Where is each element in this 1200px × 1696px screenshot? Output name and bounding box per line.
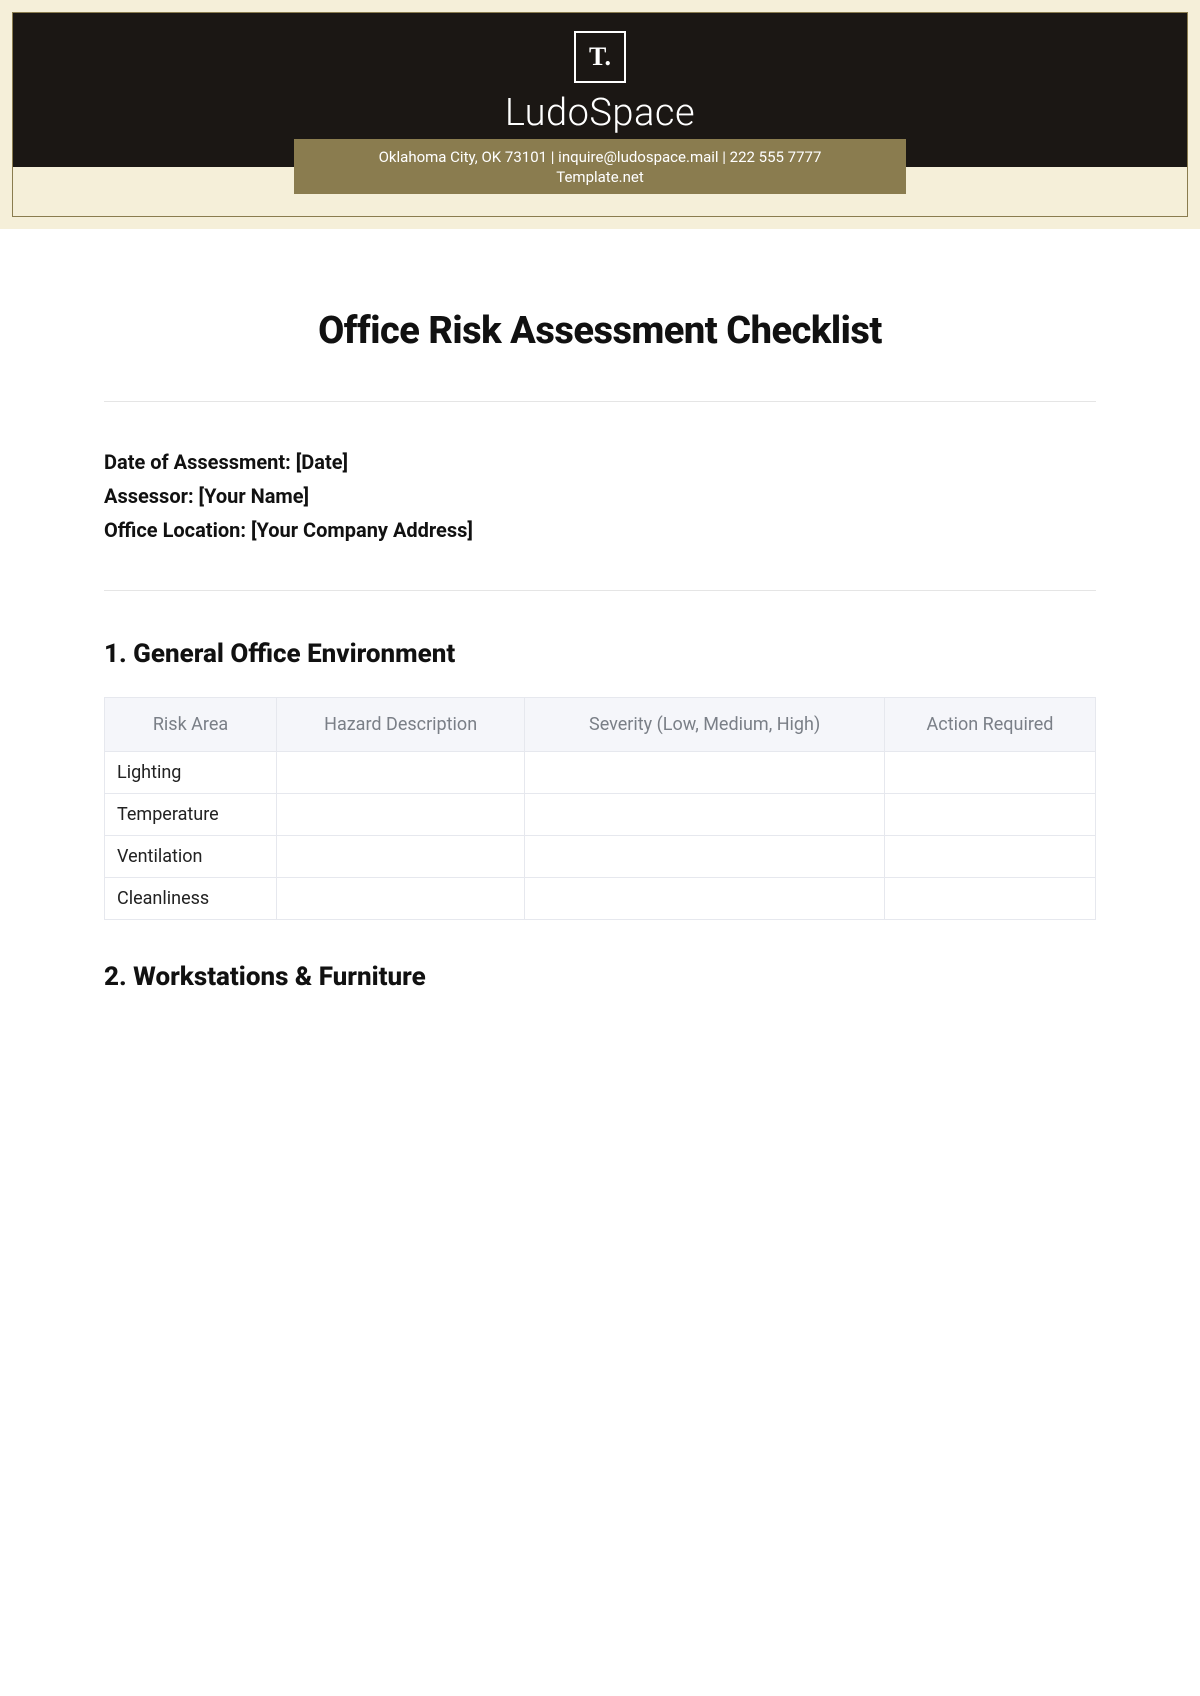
cell-action[interactable] xyxy=(885,793,1096,835)
table-header-row: Risk Area Hazard Description Severity (L… xyxy=(105,697,1096,751)
cell-risk-area: Lighting xyxy=(105,751,277,793)
cell-action[interactable] xyxy=(885,835,1096,877)
meta-date: Date of Assessment: [Date] xyxy=(104,450,1096,474)
document-body: Office Risk Assessment Checklist Date of… xyxy=(0,229,1200,1060)
cell-action[interactable] xyxy=(885,751,1096,793)
cell-hazard[interactable] xyxy=(277,877,525,919)
divider xyxy=(104,401,1096,402)
logo-icon: T. xyxy=(574,31,626,83)
brand-name: LudoSpace xyxy=(13,91,1187,135)
header-region: T. LudoSpace Oklahoma City, OK 73101 | i… xyxy=(0,0,1200,229)
col-action: Action Required xyxy=(885,697,1096,751)
page-title: Office Risk Assessment Checklist xyxy=(104,309,1096,353)
table-row: Lighting xyxy=(105,751,1096,793)
header-border: T. LudoSpace Oklahoma City, OK 73101 | i… xyxy=(12,12,1188,217)
table-row: Temperature xyxy=(105,793,1096,835)
section-heading-2: 2. Workstations & Furniture xyxy=(104,962,1096,992)
table-row: Ventilation xyxy=(105,835,1096,877)
divider xyxy=(104,590,1096,591)
col-risk-area: Risk Area xyxy=(105,697,277,751)
cell-severity[interactable] xyxy=(525,751,885,793)
cell-hazard[interactable] xyxy=(277,835,525,877)
contact-line: Oklahoma City, OK 73101 | inquire@ludosp… xyxy=(306,147,894,167)
contact-bar: Oklahoma City, OK 73101 | inquire@ludosp… xyxy=(294,139,906,194)
section-heading-1: 1. General Office Environment xyxy=(104,639,1096,669)
meta-location: Office Location: [Your Company Address] xyxy=(104,518,1096,542)
cell-hazard[interactable] xyxy=(277,751,525,793)
cell-risk-area: Cleanliness xyxy=(105,877,277,919)
risk-table: Risk Area Hazard Description Severity (L… xyxy=(104,697,1096,920)
logo-text: T. xyxy=(589,42,611,72)
cell-action[interactable] xyxy=(885,877,1096,919)
contact-subline: Template.net xyxy=(306,167,894,187)
col-severity: Severity (Low, Medium, High) xyxy=(525,697,885,751)
cell-severity[interactable] xyxy=(525,793,885,835)
cell-severity[interactable] xyxy=(525,835,885,877)
cell-hazard[interactable] xyxy=(277,793,525,835)
col-hazard: Hazard Description xyxy=(277,697,525,751)
cell-risk-area: Ventilation xyxy=(105,835,277,877)
meta-assessor: Assessor: [Your Name] xyxy=(104,484,1096,508)
cell-severity[interactable] xyxy=(525,877,885,919)
cell-risk-area: Temperature xyxy=(105,793,277,835)
table-row: Cleanliness xyxy=(105,877,1096,919)
